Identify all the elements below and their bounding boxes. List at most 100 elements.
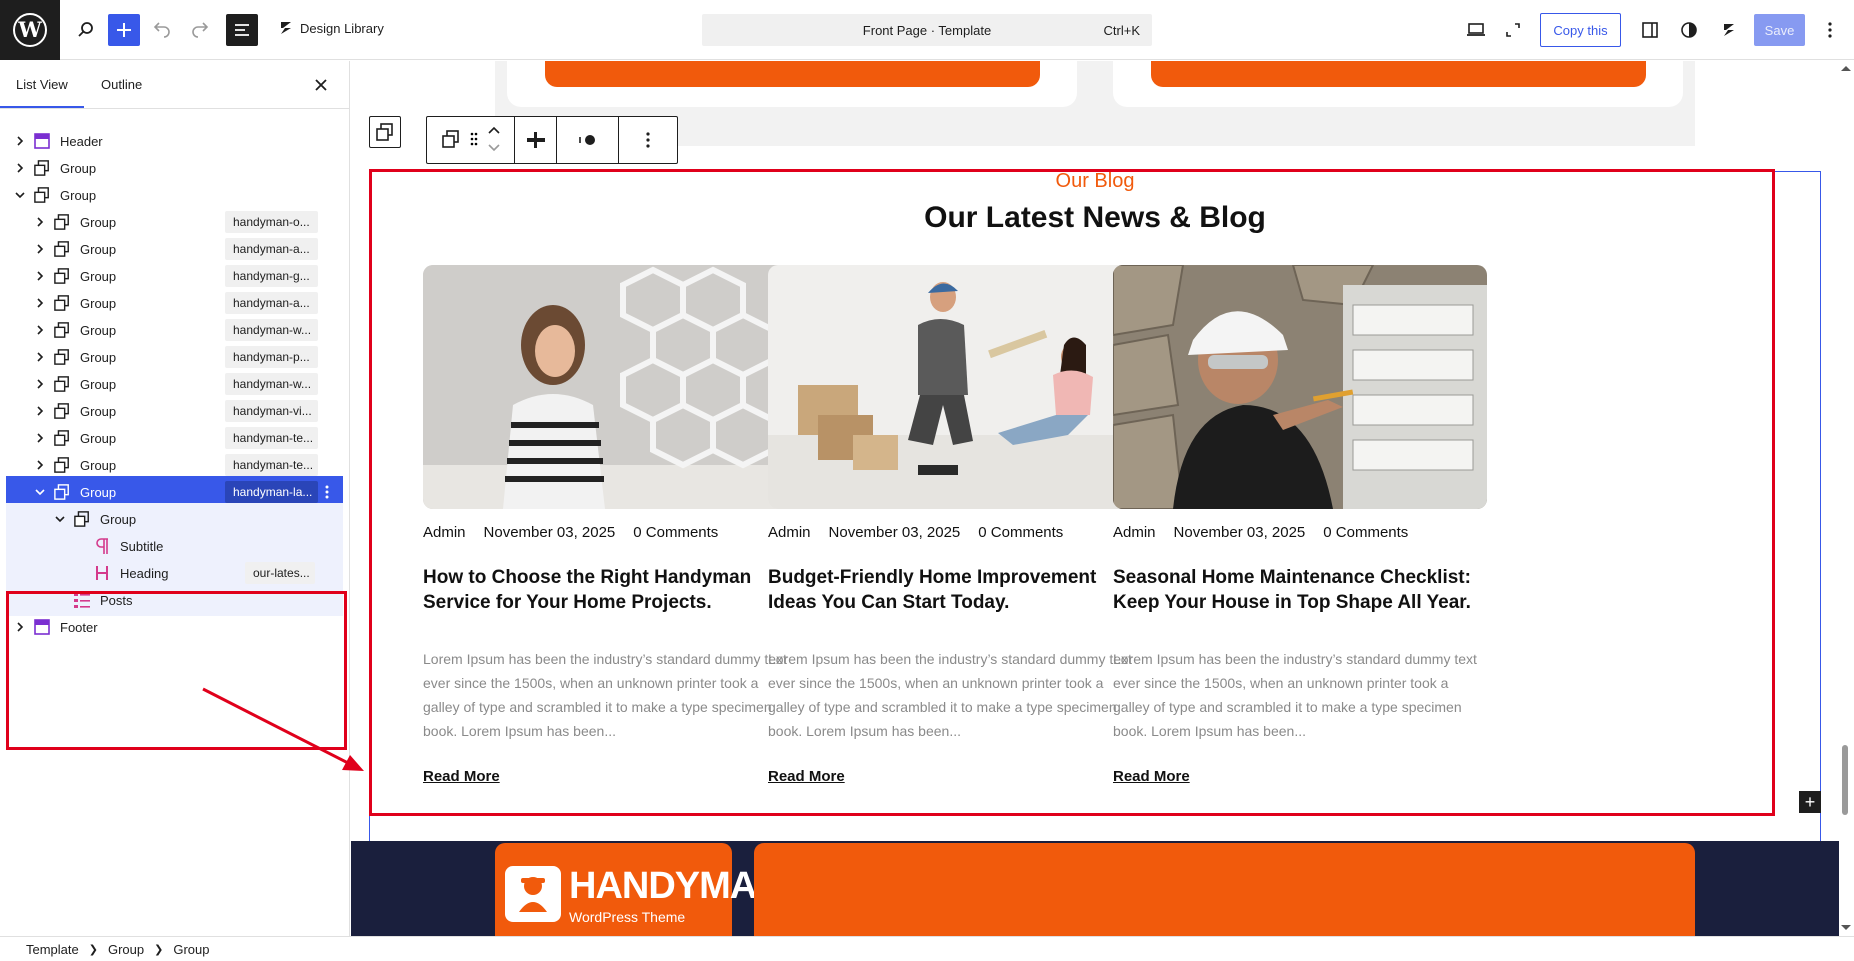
wordpress-logo-icon[interactable]: W <box>0 0 60 60</box>
options-more-icon[interactable] <box>1814 14 1846 46</box>
chevron-right-icon[interactable] <box>32 268 48 284</box>
anchor-badge: handyman-vi... <box>225 400 318 422</box>
search-icon[interactable] <box>70 14 102 46</box>
previous-card-button[interactable] <box>545 61 1040 87</box>
block-inserter-button[interactable] <box>108 14 140 46</box>
design-library-button[interactable]: Design Library <box>278 20 384 36</box>
block-options-icon[interactable] <box>619 117 677 163</box>
fullscreen-icon[interactable] <box>1497 14 1529 46</box>
anchor-badge: handyman-w... <box>225 373 318 395</box>
styles-contrast-icon[interactable] <box>1673 14 1705 46</box>
active-tab-indicator <box>0 106 84 108</box>
anchor-badge: handyman-a... <box>225 292 318 314</box>
chevron-right-icon[interactable] <box>32 241 48 257</box>
group-icon <box>52 401 72 421</box>
group-icon <box>52 482 72 502</box>
row-label: Group <box>80 268 117 284</box>
logo-subtitle: WordPress Theme <box>569 909 686 925</box>
row-label: Group <box>80 457 117 473</box>
svg-text:W: W <box>17 17 42 42</box>
logo-name: HANDYMAN <box>569 865 784 907</box>
chevron-right-icon[interactable] <box>12 619 28 635</box>
chevron-right-icon[interactable] <box>32 322 48 338</box>
chevron-down-icon[interactable] <box>32 484 48 500</box>
device-preview-icon[interactable] <box>1460 14 1492 46</box>
row-label: Group <box>80 349 117 365</box>
chevron-right-icon[interactable] <box>32 430 48 446</box>
chevron-right-icon[interactable] <box>32 457 48 473</box>
save-button[interactable]: Save <box>1754 14 1805 46</box>
scrollbar-thumb[interactable] <box>1842 745 1848 815</box>
group-icon <box>72 509 92 529</box>
undo-icon[interactable] <box>146 14 178 46</box>
breadcrumb-item[interactable]: Template <box>26 942 79 957</box>
breadcrumb-item[interactable]: Group <box>173 942 209 957</box>
chevron-right-icon[interactable] <box>32 214 48 230</box>
tab-outline[interactable]: Outline <box>101 77 142 92</box>
anchor-badge: handyman-te... <box>225 427 318 449</box>
template-part-icon <box>32 617 52 637</box>
row-label: Header <box>60 133 103 149</box>
command-palette-bar[interactable]: Front Page · Template Ctrl+K <box>702 14 1152 46</box>
row-label: Group <box>80 322 117 338</box>
paragraph-icon <box>92 536 112 556</box>
scroll-up-icon[interactable] <box>1840 64 1852 72</box>
anchor-badge: handyman-te... <box>225 454 318 476</box>
anchor-badge: handyman-p... <box>225 346 318 368</box>
stackable-settings-icon[interactable] <box>1713 14 1745 46</box>
scroll-down-icon[interactable] <box>1840 924 1852 932</box>
group-icon <box>52 347 72 367</box>
document-title: Front Page · Template <box>862 22 992 38</box>
group-icon <box>52 455 72 475</box>
stackable-toggle-icon[interactable] <box>557 117 619 163</box>
row-label: Group <box>80 295 117 311</box>
anchor-badge: handyman-a... <box>225 238 318 260</box>
previous-card-button[interactable] <box>1151 61 1646 87</box>
group-icon <box>32 185 52 205</box>
anchor-badge: our-lates... <box>245 562 315 584</box>
footer-logo[interactable]: HANDYMAN WordPress Theme <box>495 843 784 936</box>
command-shortcut: Ctrl+K <box>1103 23 1140 38</box>
copy-this-button[interactable]: Copy this <box>1540 13 1621 47</box>
chevron-down-icon[interactable] <box>12 187 28 203</box>
group-icon[interactable] <box>441 129 460 151</box>
group-icon <box>52 239 72 259</box>
move-up-down-icon[interactable] <box>487 126 500 155</box>
chevron-right-icon[interactable] <box>12 160 28 176</box>
tab-list-view[interactable]: List View <box>16 77 68 92</box>
footer-contact-panel <box>754 843 1695 936</box>
settings-sidebar-icon[interactable] <box>1634 14 1666 46</box>
chevron-right-icon[interactable] <box>32 349 48 365</box>
justify-content-icon[interactable] <box>515 117 557 163</box>
chevron-down-icon[interactable] <box>52 511 68 527</box>
chevron-right-icon[interactable] <box>32 403 48 419</box>
select-parent-block-icon[interactable] <box>369 116 401 148</box>
chevron-right-icon[interactable] <box>12 133 28 149</box>
row-label: Group <box>60 187 97 203</box>
redo-icon[interactable] <box>184 14 216 46</box>
anchor-badge: handyman-w... <box>225 319 318 341</box>
add-block-icon[interactable]: + <box>1799 791 1821 813</box>
chevron-right-icon: ❯ <box>88 943 98 956</box>
editor-topbar: W Design Library Front Page · Template C… <box>0 0 1854 60</box>
row-label: Posts <box>100 592 133 608</box>
row-label: Group <box>80 484 117 500</box>
block-type-controls <box>427 117 515 163</box>
breadcrumb-item[interactable]: Group <box>108 942 144 957</box>
list-view-toggle-button[interactable] <box>226 14 258 46</box>
stackable-logo-icon <box>281 22 291 34</box>
chevron-right-icon[interactable] <box>32 295 48 311</box>
group-icon <box>52 266 72 286</box>
row-label: Group <box>80 214 117 230</box>
row-label: Group <box>60 160 97 176</box>
group-icon <box>52 212 72 232</box>
sidebar-tabs: List View Outline <box>0 61 349 109</box>
row-options-icon[interactable] <box>319 484 335 500</box>
list-view-row-footer[interactable]: Footer <box>0 611 350 643</box>
close-icon[interactable] <box>309 73 333 97</box>
chevron-right-icon[interactable] <box>32 376 48 392</box>
drag-handle-icon[interactable] <box>470 132 478 149</box>
breadcrumb: Template ❯ Group ❯ Group <box>0 936 1854 961</box>
group-icon <box>52 320 72 340</box>
anchor-badge: handyman-g... <box>225 265 318 287</box>
